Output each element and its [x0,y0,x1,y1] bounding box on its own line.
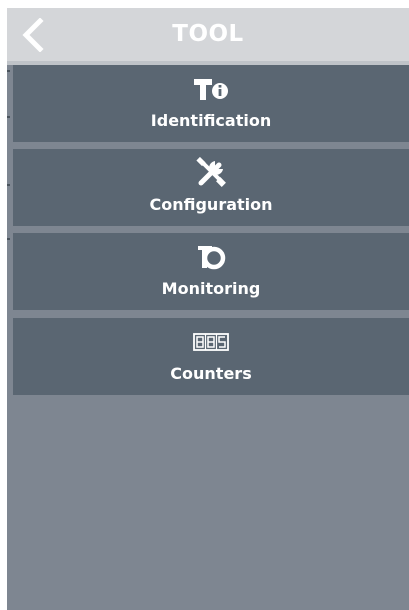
menu-item-identification[interactable]: Identification [13,65,409,142]
menu-item-label: Counters [170,364,252,383]
edge-mark [7,184,10,186]
monitoring-icon [198,246,226,270]
header-bar: TOOL [7,8,409,61]
edge-mark [7,116,10,118]
menu-item-label: Identification [150,111,272,130]
menu-item-label: Configuration [149,195,273,214]
menu-item-label: Monitoring [161,279,261,298]
menu-item-monitoring[interactable]: Monitoring [13,233,409,310]
counter-digits-icon [193,333,229,351]
page-title: TOOL [172,21,244,47]
tool-info-icon [194,79,228,100]
edge-mark [7,238,10,240]
wrench-screwdriver-icon [196,157,226,187]
menu-item-counters[interactable]: Counters [13,318,409,395]
edge-mark [7,70,10,72]
tool-screen: TOOL Identification Configuration Monito… [7,8,409,610]
menu-item-configuration[interactable]: Configuration [13,149,409,226]
